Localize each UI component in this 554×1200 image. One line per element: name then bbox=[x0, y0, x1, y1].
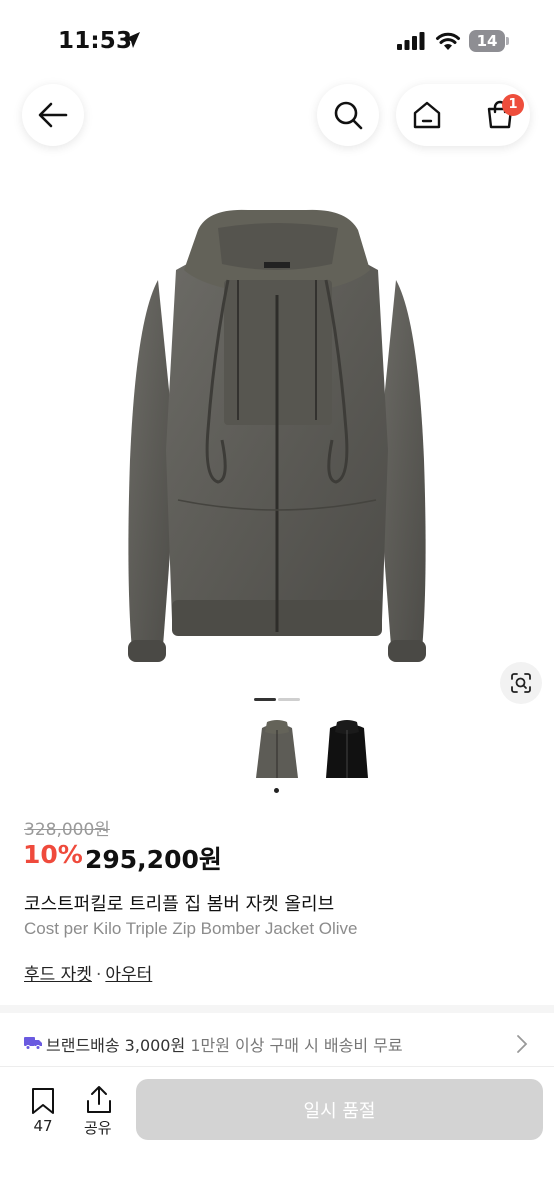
product-image[interactable] bbox=[118, 200, 436, 670]
category-link-outer[interactable]: 아우터 bbox=[105, 965, 152, 985]
battery-icon: 14 bbox=[469, 30, 509, 52]
thumbnail-olive[interactable] bbox=[252, 718, 302, 784]
image-search-icon bbox=[511, 673, 531, 693]
share-icon bbox=[87, 1086, 111, 1113]
share-label: 공유 bbox=[84, 1119, 112, 1137]
thumbnail-black[interactable] bbox=[322, 718, 372, 784]
bookmark-icon bbox=[32, 1088, 54, 1114]
shipping-note: 1만원 이상 구매 시 배송비 무료 bbox=[190, 1036, 403, 1055]
truck-icon bbox=[24, 1037, 42, 1050]
back-button[interactable] bbox=[22, 84, 84, 146]
home-icon bbox=[413, 101, 441, 129]
status-bar: 11:53 14 bbox=[0, 0, 554, 80]
search-button[interactable] bbox=[317, 84, 379, 146]
shipping-info-row[interactable]: 브랜드배송 3,000원 1만원 이상 구매 시 배송비 무료 bbox=[24, 1032, 534, 1056]
sold-out-button[interactable]: 일시 품절 bbox=[136, 1079, 543, 1140]
thumbnail-selected-dot bbox=[274, 788, 279, 793]
image-search-button[interactable] bbox=[500, 662, 542, 704]
carousel-indicator-inactive bbox=[278, 698, 300, 701]
category-separator: · bbox=[95, 965, 102, 985]
chevron-right-icon bbox=[517, 1035, 528, 1053]
home-button[interactable] bbox=[407, 97, 447, 133]
arrow-left-icon bbox=[38, 102, 68, 128]
cart-count-badge: 1 bbox=[502, 94, 524, 116]
carousel-indicator-active bbox=[254, 698, 276, 701]
shipping-label: 브랜드배송 3,000원 bbox=[46, 1036, 186, 1055]
wifi-icon bbox=[436, 32, 460, 50]
category-breadcrumb: 후드 자켓 · 아우터 bbox=[24, 960, 152, 985]
category-link-hood-jacket[interactable]: 후드 자켓 bbox=[24, 965, 92, 985]
cellular-signal-icon bbox=[397, 32, 425, 50]
original-price: 328,000원 bbox=[24, 820, 110, 840]
discount-rate: 10% bbox=[23, 840, 83, 869]
product-name-english: Cost per Kilo Triple Zip Bomber Jacket O… bbox=[24, 919, 358, 938]
bookmark-count: 47 bbox=[33, 1117, 53, 1135]
share-button[interactable] bbox=[84, 1084, 114, 1116]
product-name-korean: 코스트퍼킬로 트리플 집 봄버 자켓 올리브 bbox=[24, 894, 335, 915]
battery-level: 14 bbox=[476, 32, 498, 50]
search-icon bbox=[334, 101, 363, 130]
section-divider bbox=[0, 1005, 554, 1013]
location-arrow-icon bbox=[124, 32, 140, 48]
sale-price: 295,200원 bbox=[85, 845, 222, 874]
bookmark-button[interactable] bbox=[28, 1086, 58, 1116]
